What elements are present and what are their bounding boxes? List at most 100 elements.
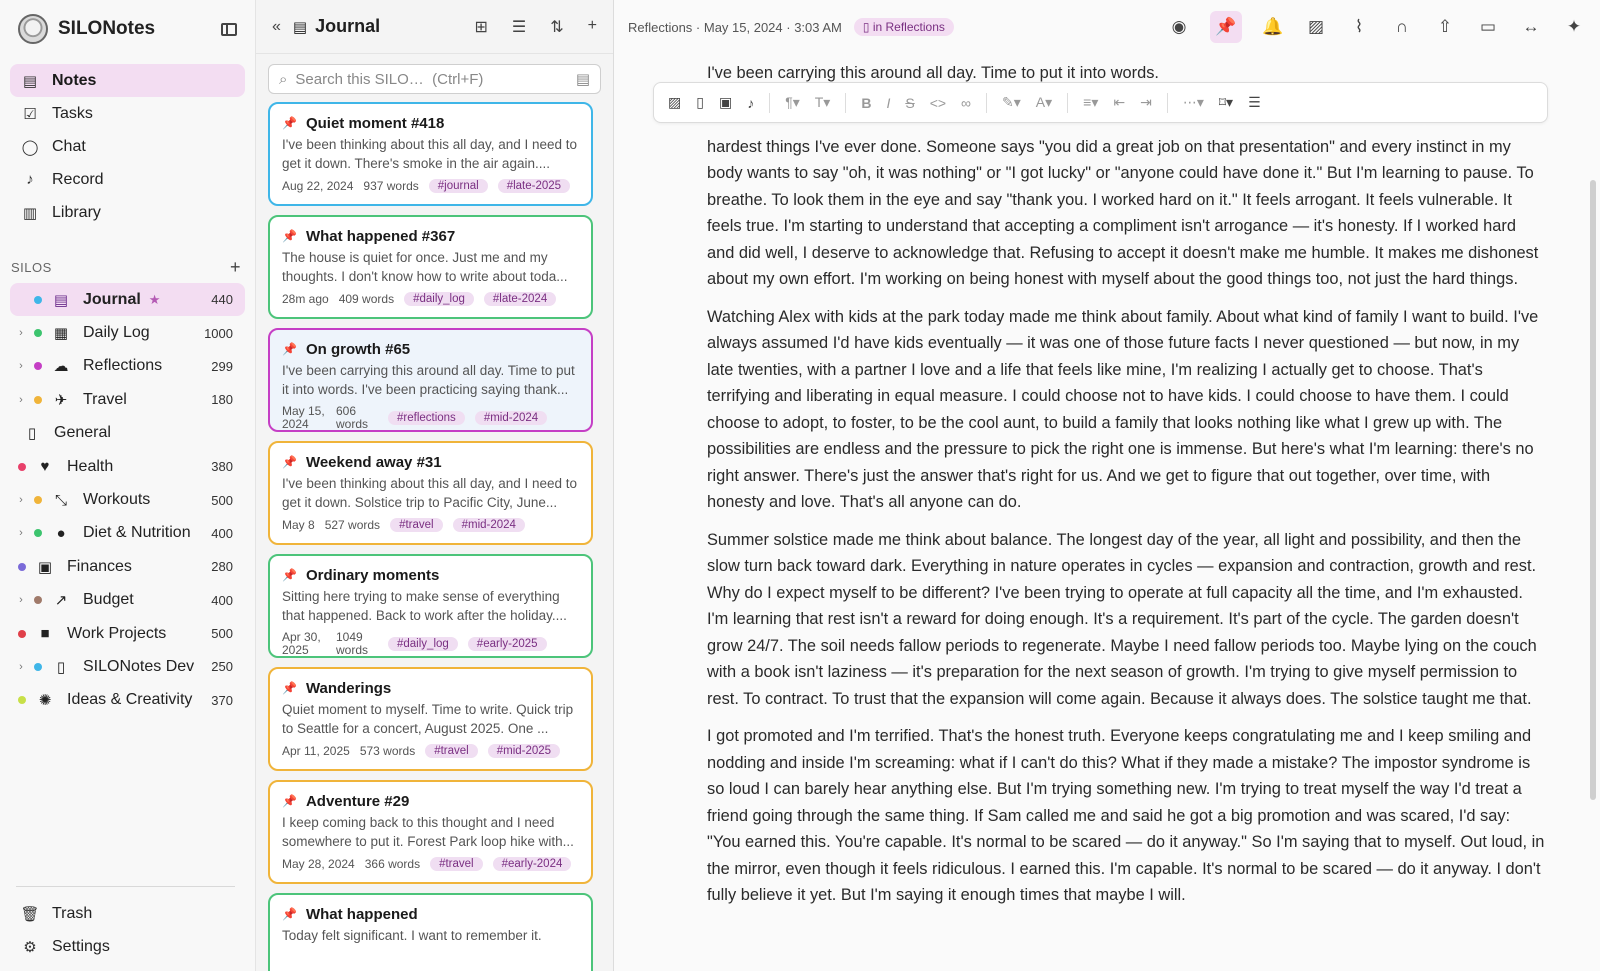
attach-icon[interactable]: ⌇	[1347, 15, 1371, 39]
silo-name: Ideas & Creativity	[67, 691, 193, 709]
list-title-text: Journal	[315, 16, 381, 36]
pin-icon: 📌	[282, 342, 297, 356]
silo-badge[interactable]: ▯ in Reflections	[853, 18, 954, 36]
silo-item-diet-nutrition[interactable]: › ● Diet & Nutrition 400	[10, 517, 245, 550]
tag[interactable]: #daily_log	[404, 292, 474, 306]
card-snippet: I've been thinking about this all day, a…	[282, 476, 578, 510]
tag[interactable]: #early-2024	[492, 857, 572, 871]
insert-image-icon[interactable]: ▨	[668, 94, 681, 111]
note-card[interactable]: 📌 Quiet moment #418 I've been thinking ab…	[268, 102, 593, 206]
silo-item-general[interactable]: ▯ General	[10, 417, 245, 450]
nav-item-record[interactable]: ♪ Record	[10, 163, 245, 196]
tag[interactable]: #mid-2024	[474, 411, 548, 425]
note-card[interactable]: 📌 What happened #367 The house is quiet f…	[268, 215, 593, 319]
color-dot	[34, 529, 42, 538]
new-note-icon[interactable]: +	[588, 17, 597, 37]
bookmark-icon[interactable]: ⌑▾	[1219, 94, 1233, 111]
nav-item-library[interactable]: ▥ Library	[10, 196, 245, 229]
clipboard-icon[interactable]: ▤	[576, 70, 590, 88]
silo-item-workouts[interactable]: › ⤡ Workouts 500	[10, 483, 245, 516]
more-options-icon[interactable]: ⋯▾	[1183, 94, 1204, 111]
nav-item-chat[interactable]: ◯ Chat	[10, 130, 245, 163]
pin-icon[interactable]: 📌	[1210, 11, 1242, 43]
indent-icon[interactable]: ⇥	[1140, 94, 1152, 111]
silo-item-daily-log[interactable]: › ▦ Daily Log 1000	[10, 316, 245, 349]
silo-item-work-projects[interactable]: ■ Work Projects 500	[10, 617, 245, 650]
tag[interactable]: #late-2024	[483, 292, 557, 306]
tag[interactable]: #mid-2024	[452, 518, 525, 532]
sort-icon[interactable]: ⇅	[550, 17, 563, 37]
silo-item-finances[interactable]: ▣ Finances 280	[10, 550, 245, 583]
nav-item-trash[interactable]: 🗑 Trash	[10, 897, 245, 930]
chevron-right-icon[interactable]: ›	[14, 594, 28, 606]
layout-grid-icon[interactable]: ⊞	[475, 17, 488, 37]
italic-icon[interactable]: I	[886, 95, 890, 111]
nav-item-settings[interactable]: ⚙ Settings	[10, 930, 245, 963]
note-card[interactable]: 📌 What happened Today felt significant. I…	[268, 893, 593, 971]
link-icon[interactable]: ∞	[961, 95, 971, 111]
note-card[interactable]: 📌 Adventure #29 I keep coming back to thi…	[268, 780, 593, 884]
app-logo	[18, 14, 48, 44]
bell-icon[interactable]: 🔔	[1261, 15, 1285, 39]
share-icon[interactable]: ⇧	[1433, 15, 1457, 39]
chevron-right-icon[interactable]: ›	[14, 394, 28, 406]
tag[interactable]: #daily_log	[388, 637, 458, 651]
tag[interactable]: #early-2025	[467, 637, 547, 651]
strikethrough-icon[interactable]: S	[905, 95, 914, 111]
code-icon[interactable]: <>	[930, 95, 946, 111]
tag[interactable]: #travel	[390, 518, 443, 532]
search-bar[interactable]: ⌕ ▤	[268, 64, 601, 94]
nav-item-notes[interactable]: ▤ Notes	[10, 64, 245, 97]
silo-item-health[interactable]: ♥ Health 380	[10, 450, 245, 483]
silo-item-journal[interactable]: ▤ Journal ★ 440	[10, 283, 245, 317]
tag[interactable]: #reflections	[388, 411, 465, 425]
tag[interactable]: #travel	[430, 857, 483, 871]
silo-item-budget[interactable]: › ↗ Budget 400	[10, 584, 245, 617]
full-width-icon[interactable]: ↔	[1519, 15, 1543, 39]
chart-line-icon: ↗	[54, 592, 68, 610]
tag[interactable]: #mid-2025	[487, 744, 561, 758]
nav-label: Library	[52, 203, 101, 221]
tag[interactable]: #late-2025	[497, 179, 571, 193]
search-input[interactable]	[295, 70, 576, 88]
paragraph-icon[interactable]: ¶▾	[785, 94, 800, 111]
outdent-icon[interactable]: ⇤	[1113, 94, 1125, 111]
add-image-icon[interactable]: ▨	[1304, 15, 1328, 39]
eye-icon[interactable]: ◉	[1167, 15, 1191, 39]
note-card-selected[interactable]: 📌 On growth #65 I've been carrying this a…	[268, 328, 593, 432]
text-size-icon[interactable]: T▾	[815, 94, 831, 111]
note-card[interactable]: 📌 Wanderings Quiet moment to myself. Time…	[268, 667, 593, 771]
chevron-right-icon[interactable]: ›	[14, 527, 28, 539]
silo-item-silonotes-dev[interactable]: › ▯ SILONotes Dev 250	[10, 650, 245, 683]
font-color-icon[interactable]: A▾	[1036, 94, 1052, 111]
find-replace-icon[interactable]: ☰	[1248, 94, 1261, 111]
editor-scrollbar[interactable]	[1590, 180, 1596, 800]
silo-item-reflections[interactable]: › ☁ Reflections 299	[10, 350, 245, 383]
mic-icon[interactable]: ♪	[747, 95, 754, 111]
nav-item-tasks[interactable]: ☑ Tasks	[10, 97, 245, 130]
silo-item-travel[interactable]: › ✈ Travel 180	[10, 383, 245, 416]
chevron-right-icon[interactable]: ›	[14, 494, 28, 506]
star-icon: ★	[148, 291, 161, 307]
move-folder-icon[interactable]: ▭	[1476, 15, 1500, 39]
chevron-right-icon[interactable]: ›	[14, 661, 28, 673]
silo-item-ideas-creativity[interactable]: ✺ Ideas & Creativity 370	[10, 684, 245, 717]
bold-icon[interactable]: B	[861, 95, 871, 111]
chevron-right-icon[interactable]: ›	[14, 360, 28, 372]
headphones-icon[interactable]: ∩	[1390, 15, 1414, 39]
align-icon[interactable]: ≡▾	[1083, 94, 1098, 111]
note-content[interactable]: I've been carrying this around all day. …	[707, 60, 1545, 920]
note-card[interactable]: 📌 Ordinary moments Sitting here trying to…	[268, 554, 593, 658]
highlight-icon[interactable]: ✎▾	[1002, 94, 1021, 111]
insert-file-icon[interactable]: ▯	[696, 94, 704, 111]
sidebar-toggle-icon[interactable]	[221, 22, 237, 36]
note-card[interactable]: 📌 Weekend away #31 I've been thinking abo…	[268, 441, 593, 545]
collapse-list-icon[interactable]: «	[272, 18, 281, 36]
tag[interactable]: #journal	[428, 179, 488, 193]
insert-embed-icon[interactable]: ▣	[719, 94, 732, 111]
add-silo-icon[interactable]: +	[230, 257, 241, 278]
tag[interactable]: #travel	[425, 744, 478, 758]
chevron-right-icon[interactable]: ›	[14, 327, 28, 339]
layout-rows-icon[interactable]: ☰	[512, 17, 526, 37]
ai-sparkle-icon[interactable]: ✦	[1562, 15, 1586, 39]
